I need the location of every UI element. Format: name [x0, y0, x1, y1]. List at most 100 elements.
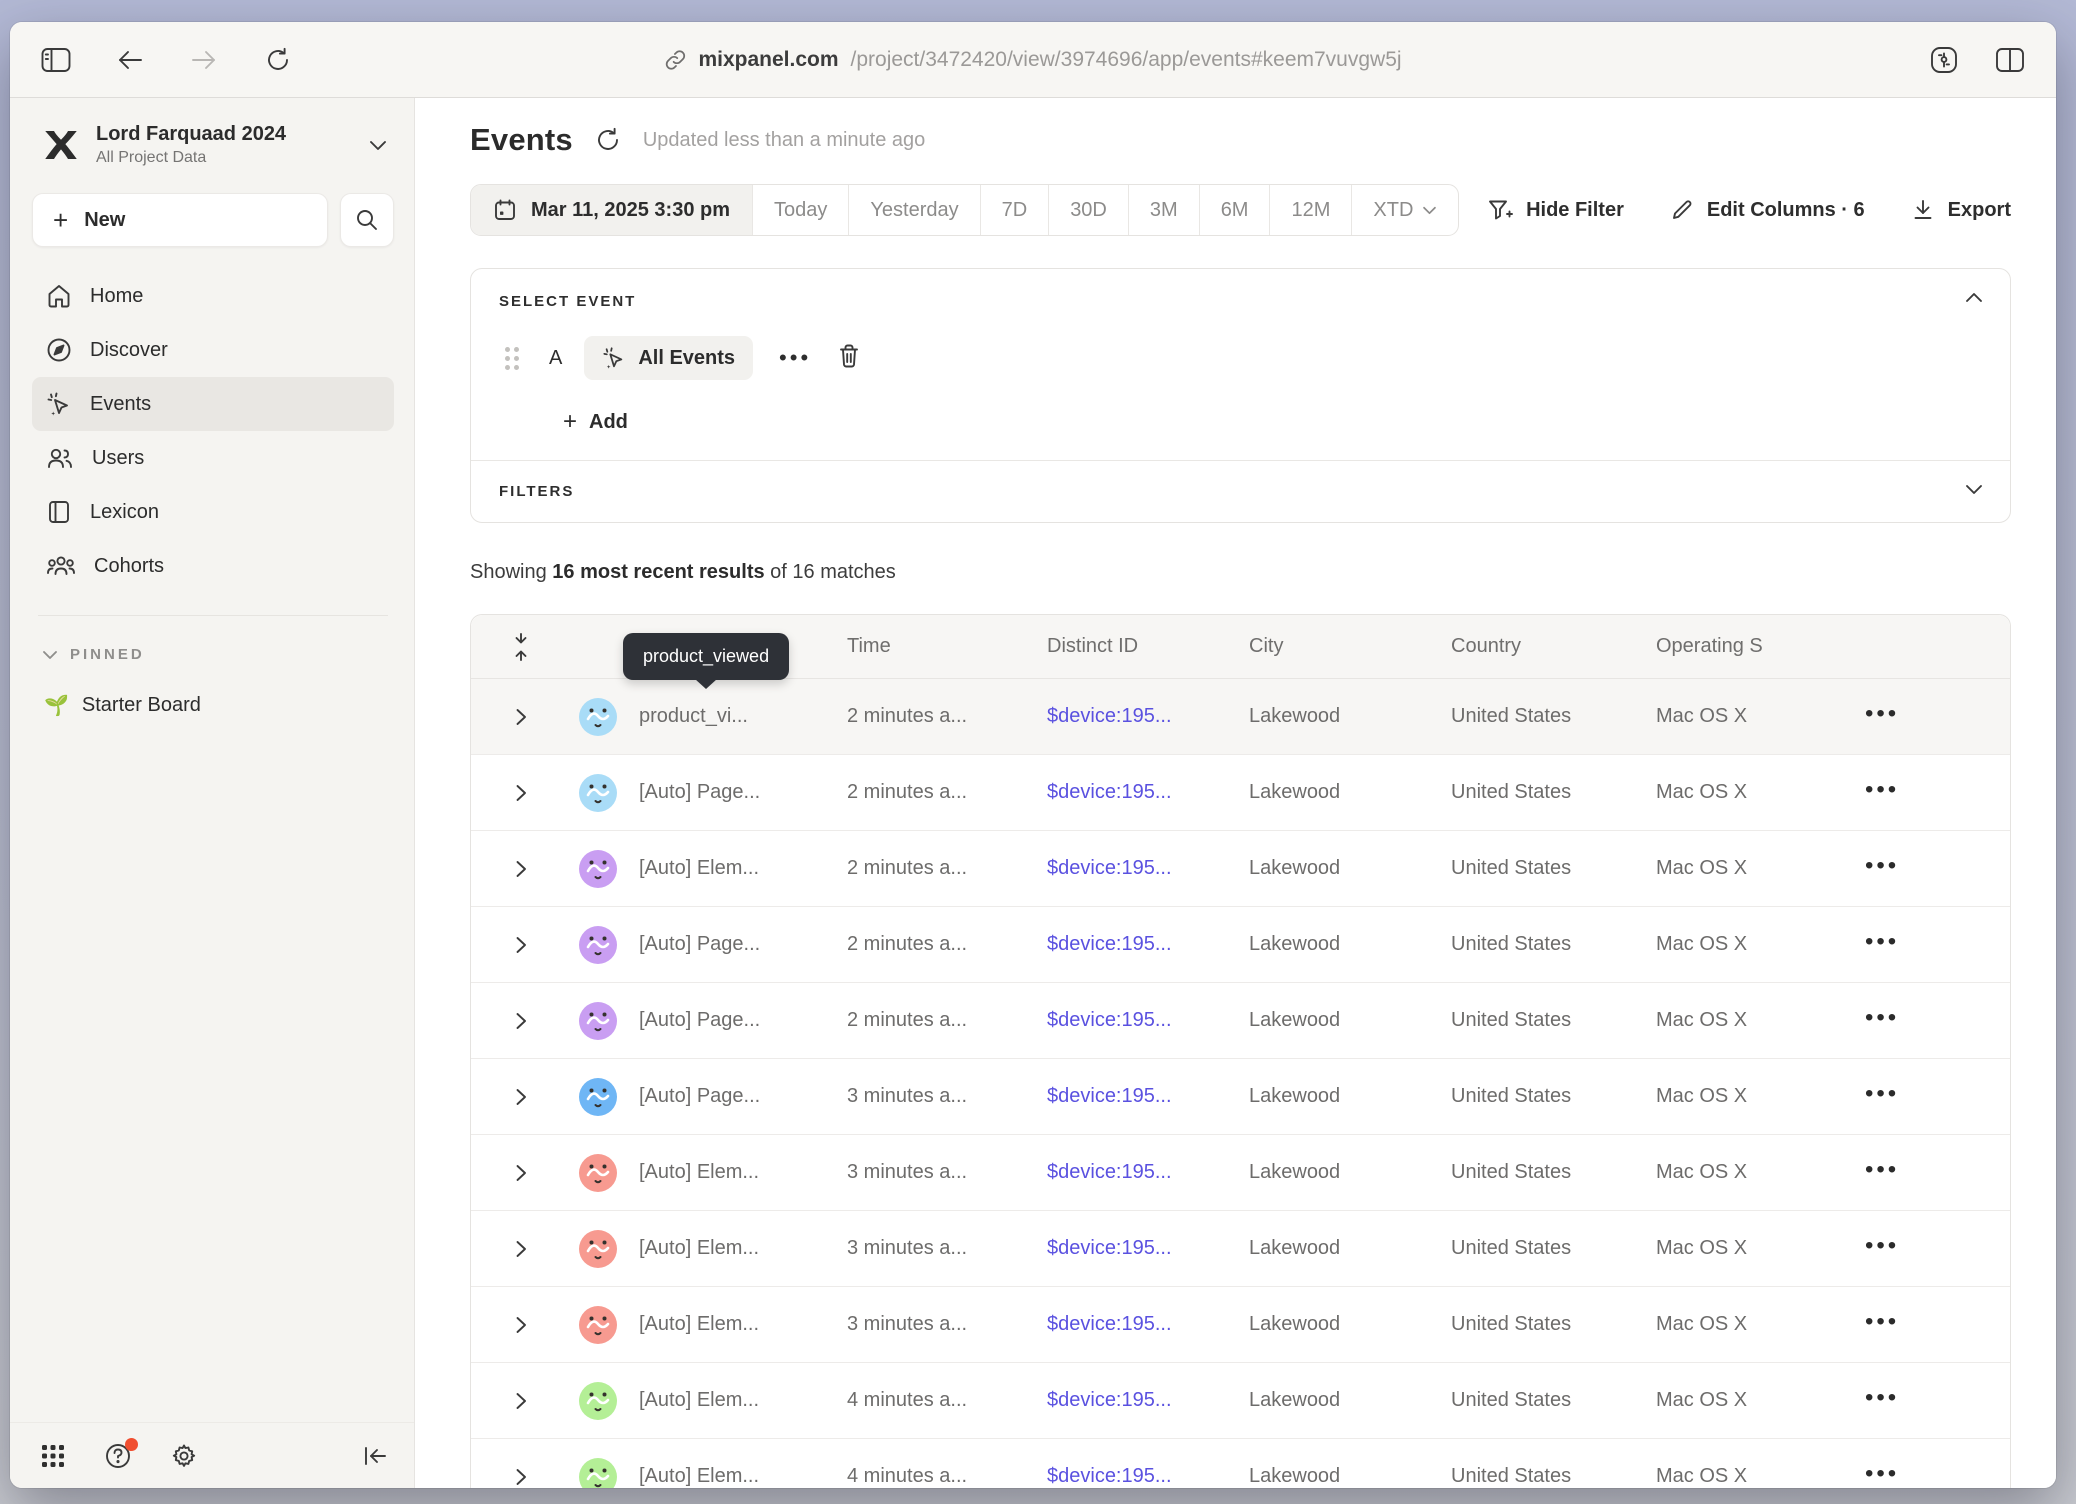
preset-xtd[interactable]: XTD — [1351, 185, 1458, 235]
expand-row-icon[interactable] — [499, 1240, 543, 1258]
drag-handle-icon[interactable] — [505, 347, 519, 370]
row-more-options-icon[interactable]: ••• — [1861, 1080, 1903, 1107]
column-header-time[interactable]: Time — [827, 635, 1027, 658]
sidebar-item-lexicon[interactable]: Lexicon — [32, 485, 394, 539]
event-name-cell[interactable]: [Auto] Page... — [619, 781, 827, 804]
delete-clause-icon[interactable] — [837, 343, 861, 374]
preset-6m[interactable]: 6M — [1199, 185, 1270, 235]
table-row[interactable]: [Auto] Elem... 3 minutes a... $device:19… — [471, 1135, 2010, 1211]
event-name-cell[interactable]: [Auto] Page... — [619, 933, 827, 956]
pinned-section-header[interactable]: PINNED — [42, 646, 388, 663]
expand-row-icon[interactable] — [499, 936, 543, 954]
event-name-cell[interactable]: product_vi... — [619, 705, 827, 728]
table-row[interactable]: [Auto] Elem... 4 minutes a... $device:19… — [471, 1363, 2010, 1439]
row-more-options-icon[interactable]: ••• — [1861, 700, 1903, 727]
row-more-options-icon[interactable]: ••• — [1861, 928, 1903, 955]
browser-back-icon[interactable] — [110, 40, 150, 80]
apps-grid-icon[interactable] — [40, 1443, 66, 1469]
browser-sidebar-toggle-icon[interactable] — [36, 40, 76, 80]
browser-reload-icon[interactable] — [258, 40, 298, 80]
preset-12m[interactable]: 12M — [1269, 185, 1351, 235]
project-switcher[interactable]: Lord Farquaad 2024 All Project Data — [32, 120, 394, 167]
table-row[interactable]: [Auto] Elem... 2 minutes a... $device:19… — [471, 831, 2010, 907]
event-name-cell[interactable]: [Auto] Elem... — [619, 1465, 827, 1488]
event-name-cell[interactable]: [Auto] Elem... — [619, 1313, 827, 1336]
row-more-options-icon[interactable]: ••• — [1861, 1004, 1903, 1031]
expand-row-icon[interactable] — [499, 860, 543, 878]
event-selector-chip[interactable]: All Events — [584, 336, 753, 380]
row-more-options-icon[interactable]: ••• — [1861, 1308, 1903, 1335]
collapse-all-rows-icon[interactable] — [499, 632, 543, 662]
expand-row-icon[interactable] — [499, 708, 543, 726]
sidebar-item-discover[interactable]: Discover — [32, 323, 394, 377]
sidebar-item-home[interactable]: Home — [32, 269, 394, 323]
clause-more-options-icon[interactable]: ••• — [775, 354, 815, 363]
event-name-cell[interactable]: [Auto] Elem... — [619, 1389, 827, 1412]
row-more-options-icon[interactable]: ••• — [1861, 1156, 1903, 1183]
browser-forward-icon[interactable] — [184, 40, 224, 80]
distinct-id-link[interactable]: $device:195... — [1027, 933, 1229, 956]
column-header-city[interactable]: City — [1229, 635, 1431, 658]
table-row[interactable]: [Auto] Elem... 3 minutes a... $device:19… — [471, 1287, 2010, 1363]
distinct-id-link[interactable]: $device:195... — [1027, 1465, 1229, 1488]
preset-7d[interactable]: 7D — [980, 185, 1049, 235]
new-button[interactable]: + New — [32, 193, 328, 247]
add-event-button[interactable]: + Add — [563, 410, 1982, 434]
distinct-id-link[interactable]: $device:195... — [1027, 1237, 1229, 1260]
expand-row-icon[interactable] — [499, 1088, 543, 1106]
expand-row-icon[interactable] — [499, 1012, 543, 1030]
event-name-cell[interactable]: [Auto] Elem... — [619, 857, 827, 880]
preset-today[interactable]: Today — [752, 185, 848, 235]
event-name-cell[interactable]: [Auto] Elem... — [619, 1161, 827, 1184]
table-row[interactable]: [Auto] Page... 2 minutes a... $device:19… — [471, 983, 2010, 1059]
table-row[interactable]: [Auto] Page... 3 minutes a... $device:19… — [471, 1059, 2010, 1135]
row-more-options-icon[interactable]: ••• — [1861, 1460, 1903, 1487]
distinct-id-link[interactable]: $device:195... — [1027, 1161, 1229, 1184]
sidebar-item-events[interactable]: Events — [32, 377, 394, 431]
browser-page-settings-icon[interactable] — [1924, 40, 1964, 80]
expand-row-icon[interactable] — [499, 1164, 543, 1182]
event-name-cell[interactable]: [Auto] Page... — [619, 1085, 827, 1108]
expand-row-icon[interactable] — [499, 1392, 543, 1410]
expand-row-icon[interactable] — [499, 1468, 543, 1486]
search-button[interactable] — [340, 193, 394, 247]
expand-row-icon[interactable] — [499, 784, 543, 802]
event-name-cell[interactable]: [Auto] Page... — [619, 1009, 827, 1032]
distinct-id-link[interactable]: $device:195... — [1027, 1085, 1229, 1108]
distinct-id-link[interactable]: $device:195... — [1027, 857, 1229, 880]
address-bar[interactable]: mixpanel.com/project/3472420/view/397469… — [664, 48, 1401, 72]
browser-split-view-icon[interactable] — [1990, 40, 2030, 80]
collapse-sidebar-icon[interactable] — [362, 1444, 388, 1468]
settings-gear-icon[interactable] — [170, 1442, 198, 1470]
expand-section-icon[interactable] — [1964, 483, 1984, 501]
expand-row-icon[interactable] — [499, 1316, 543, 1334]
table-row[interactable]: product_vi... 2 minutes a... $device:195… — [471, 679, 2010, 755]
help-icon[interactable] — [104, 1442, 132, 1470]
date-picker[interactable]: Mar 11, 2025 3:30 pm — [471, 185, 752, 235]
row-more-options-icon[interactable]: ••• — [1861, 1384, 1903, 1411]
table-row[interactable]: [Auto] Page... 2 minutes a... $device:19… — [471, 907, 2010, 983]
preset-3m[interactable]: 3M — [1128, 185, 1199, 235]
distinct-id-link[interactable]: $device:195... — [1027, 1009, 1229, 1032]
distinct-id-link[interactable]: $device:195... — [1027, 1313, 1229, 1336]
distinct-id-link[interactable]: $device:195... — [1027, 781, 1229, 804]
collapse-section-icon[interactable] — [1964, 291, 1984, 309]
preset-30d[interactable]: 30D — [1048, 185, 1128, 235]
column-header-distinct-id[interactable]: Distinct ID — [1027, 635, 1229, 658]
column-header-country[interactable]: Country — [1431, 635, 1636, 658]
sidebar-item-cohorts[interactable]: Cohorts — [32, 539, 394, 593]
row-more-options-icon[interactable]: ••• — [1861, 852, 1903, 879]
sidebar-item-users[interactable]: Users — [32, 431, 394, 485]
table-row[interactable]: [Auto] Elem... 3 minutes a... $device:19… — [471, 1211, 2010, 1287]
preset-yesterday[interactable]: Yesterday — [848, 185, 979, 235]
column-header-operating-system[interactable]: Operating S — [1636, 635, 1816, 658]
event-name-cell[interactable]: [Auto] Elem... — [619, 1237, 827, 1260]
hide-filter-button[interactable]: Hide Filter — [1487, 198, 1624, 222]
table-row[interactable]: [Auto] Page... 2 minutes a... $device:19… — [471, 755, 2010, 831]
refresh-icon[interactable] — [595, 127, 621, 153]
distinct-id-link[interactable]: $device:195... — [1027, 1389, 1229, 1412]
row-more-options-icon[interactable]: ••• — [1861, 1232, 1903, 1259]
row-more-options-icon[interactable]: ••• — [1861, 776, 1903, 803]
table-row[interactable]: [Auto] Elem... 4 minutes a... $device:19… — [471, 1439, 2010, 1488]
export-button[interactable]: Export — [1911, 198, 2011, 222]
